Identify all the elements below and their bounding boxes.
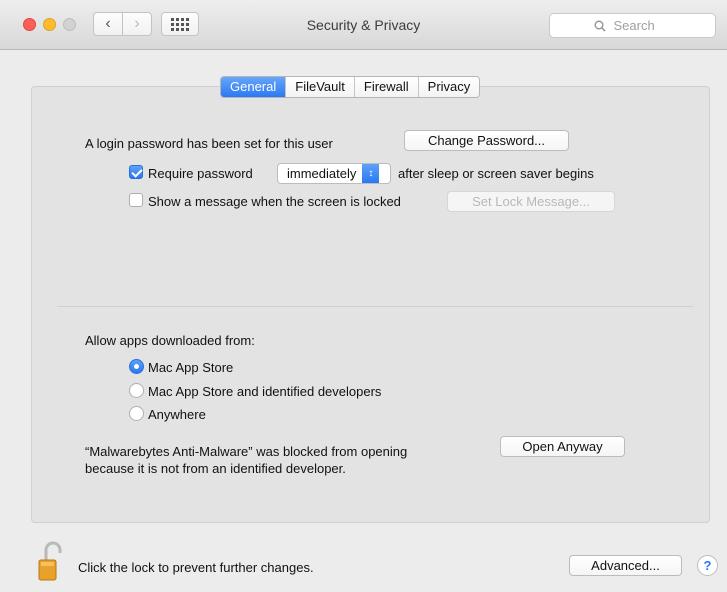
search-icon [594,20,605,31]
blocked-app-message-line1: “Malwarebytes Anti-Malware” was blocked … [85,444,408,459]
require-password-checkbox[interactable] [129,165,143,179]
radio-anywhere-label: Anywhere [148,407,206,422]
allow-apps-heading: Allow apps downloaded from: [85,333,255,348]
stepper-arrows-icon: ↕ [362,164,380,183]
blocked-app-message-line2: because it is not from an identified dev… [85,461,346,476]
radio-mac-app-store[interactable] [129,359,144,374]
unlocked-padlock-icon [38,541,62,581]
login-password-text: A login password has been set for this u… [85,136,333,151]
require-password-label: Require password [148,166,253,181]
tab-firewall[interactable]: Firewall [353,77,418,97]
tab-privacy[interactable]: Privacy [417,77,480,97]
radio-anywhere[interactable] [129,406,144,421]
lock-button[interactable] [37,540,67,585]
radio-mac-app-store-label: Mac App Store [148,360,234,375]
search-input[interactable] [611,17,672,34]
change-password-button[interactable]: Change Password... [404,130,569,151]
tab-general[interactable]: General [221,77,286,97]
after-sleep-text: after sleep or screen saver begins [398,166,594,181]
show-message-checkbox[interactable] [129,193,143,207]
open-anyway-button[interactable]: Open Anyway [500,436,625,457]
radio-identified-developers[interactable] [129,383,144,398]
section-divider [57,306,693,307]
search-field[interactable] [549,13,716,38]
show-message-label: Show a message when the screen is locked [148,194,401,209]
title-bar: ‹ › Security & Privacy [0,0,727,50]
tab-filevault[interactable]: FileVault [285,77,354,97]
help-button[interactable]: ? [697,555,718,576]
require-password-delay-select[interactable]: immediately ↕ [277,163,391,184]
lock-status-text: Click the lock to prevent further change… [78,560,314,575]
set-lock-message-button[interactable]: Set Lock Message... [447,191,615,212]
require-password-delay-value: immediately [287,166,357,181]
tab-bar: General FileVault Firewall Privacy [220,76,481,98]
advanced-button[interactable]: Advanced... [569,555,682,576]
radio-identified-developers-label: Mac App Store and identified developers [148,384,382,399]
